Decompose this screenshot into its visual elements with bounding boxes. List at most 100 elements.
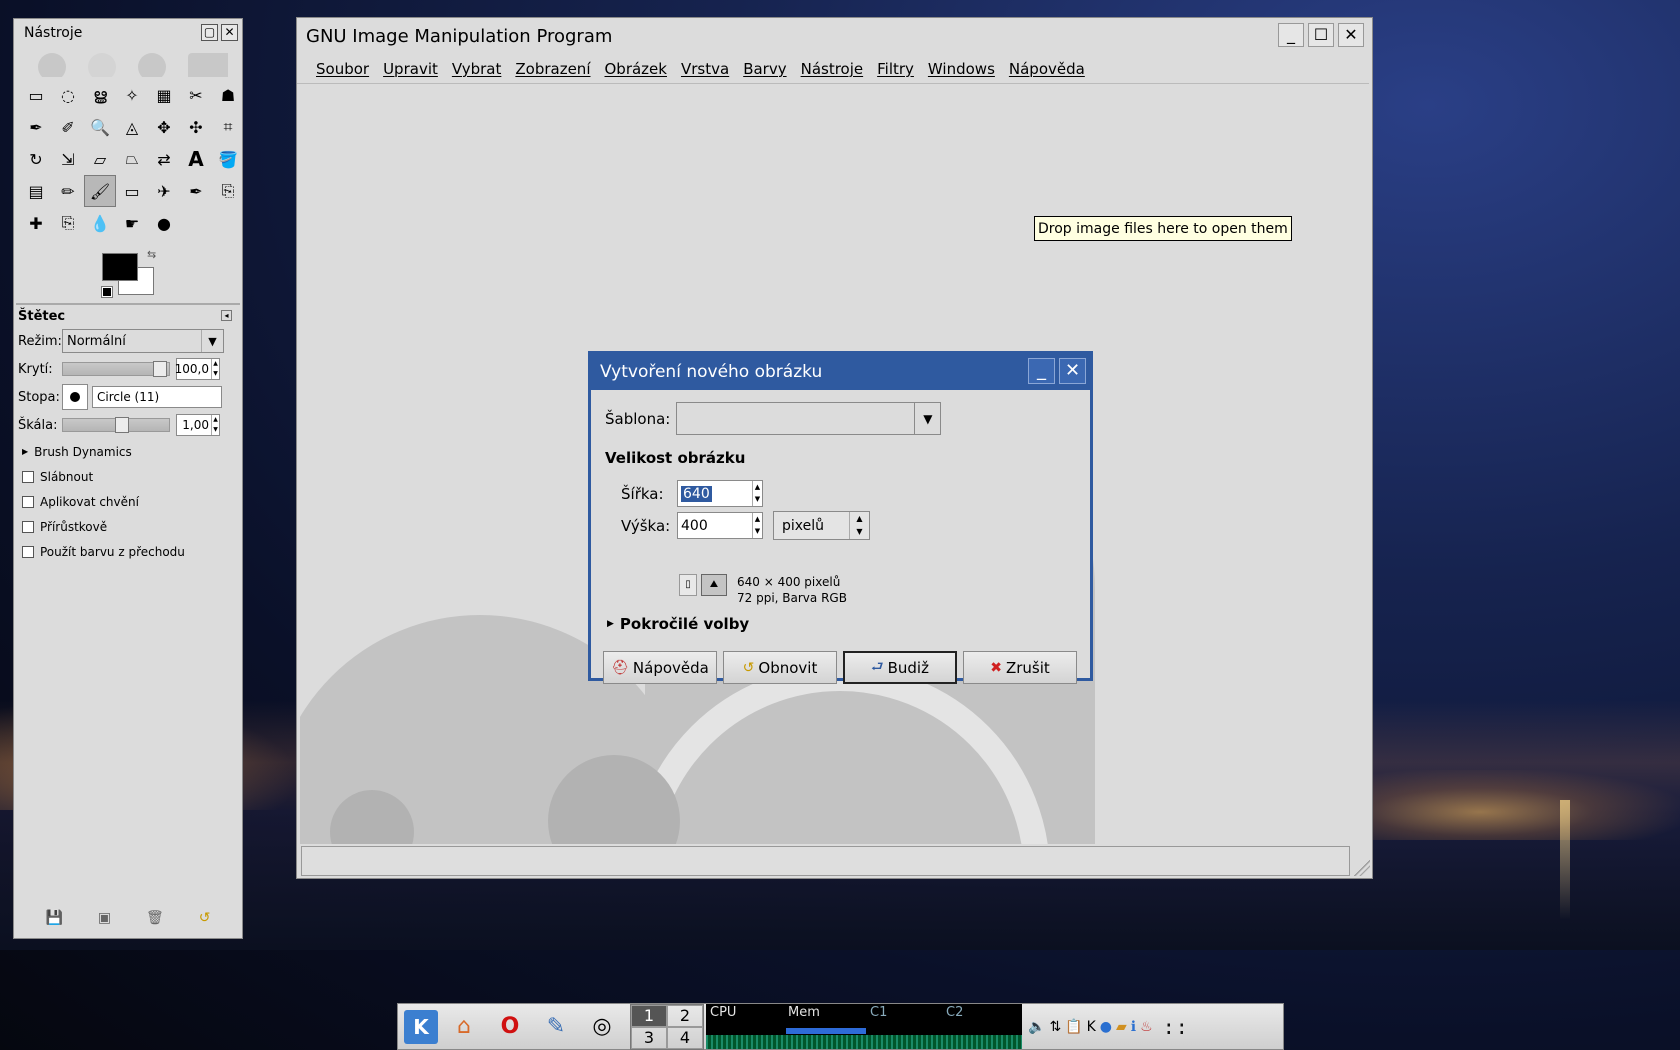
template-combo[interactable]: ▼	[676, 402, 942, 435]
height-input[interactable]: 400 ▲ ▼	[677, 512, 763, 539]
portrait-icon[interactable]: ▯	[679, 574, 697, 596]
menu-filtry[interactable]: Filtry	[870, 60, 921, 78]
clock[interactable]: ::	[1163, 1015, 1189, 1039]
menu-nastroje[interactable]: Nástroje	[794, 60, 871, 78]
menu-windows[interactable]: Windows	[921, 60, 1002, 78]
volume-icon[interactable]: 🔈	[1028, 1019, 1045, 1035]
lasso-icon[interactable]: ൠ	[84, 79, 116, 111]
heal-icon[interactable]: ✚	[20, 207, 52, 239]
scissors-icon[interactable]: ✂	[180, 79, 212, 111]
tools-icon[interactable]: ✎	[536, 1007, 576, 1047]
brush-name-field[interactable]: Circle (11)	[92, 386, 222, 408]
menu-vrstva[interactable]: Vrstva	[674, 60, 736, 78]
spin-arrows-icon[interactable]: ▲ ▼	[211, 415, 219, 435]
menu-obrazek[interactable]: Obrázek	[598, 60, 674, 78]
menu-barvy[interactable]: Barvy	[736, 60, 793, 78]
desktop-3[interactable]: 3	[631, 1026, 667, 1049]
close-icon[interactable]: ✕	[1059, 358, 1086, 384]
brush-preview[interactable]	[62, 384, 88, 410]
dialog-titlebar[interactable]: Vytvoření nového obrázku _ ✕	[591, 354, 1090, 390]
foreground-color[interactable]	[102, 253, 138, 281]
bucket-fill-icon[interactable]: 🪣	[212, 143, 244, 175]
dvd-icon[interactable]: ◎	[582, 1007, 622, 1047]
menu-zobrazeni[interactable]: Zobrazení	[508, 60, 597, 78]
help-button[interactable]: ⛑ Nápověda	[603, 651, 717, 684]
advanced-options-expander[interactable]: ▶ Pokročilé volby	[607, 615, 749, 633]
save-options-icon[interactable]: 💾	[45, 910, 62, 926]
resize-grip-icon[interactable]	[1354, 860, 1370, 876]
smudge-icon[interactable]: ☛	[116, 207, 148, 239]
opacity-slider[interactable]	[62, 361, 170, 377]
color-picker-icon[interactable]: ✐	[52, 111, 84, 143]
spin-arrows-icon[interactable]: ▲ ▼	[211, 359, 219, 379]
perspective-clone-icon[interactable]: ⎘	[52, 207, 84, 239]
opera-icon[interactable]: O	[490, 1007, 530, 1047]
color-select-icon[interactable]: ▦	[148, 79, 180, 111]
maximize-icon[interactable]: ☐	[1308, 23, 1334, 47]
clone-icon[interactable]: ⎘	[212, 175, 244, 207]
wilber-drop-area[interactable]	[28, 47, 228, 77]
measure-icon[interactable]: ◬	[116, 111, 148, 143]
zoom-icon[interactable]: 🔍	[84, 111, 116, 143]
close-icon[interactable]: ✕	[1338, 23, 1364, 47]
minimize-icon[interactable]: _	[1028, 358, 1055, 384]
ellipse-select-icon[interactable]: ◌	[52, 79, 84, 111]
menu-soubor[interactable]: Soubor	[309, 60, 376, 78]
move-icon[interactable]: ✥	[148, 111, 180, 143]
perspective-icon[interactable]: ⏢	[116, 143, 148, 175]
rotate-icon[interactable]: ↻	[20, 143, 52, 175]
fade-checkbox[interactable]: Slábnout	[14, 464, 242, 489]
network-icon[interactable]: ⇅	[1049, 1019, 1061, 1035]
fuzzy-select-icon[interactable]: ✧	[116, 79, 148, 111]
delete-options-icon[interactable]: 🗑	[146, 910, 164, 926]
blend-icon[interactable]: ▤	[20, 175, 52, 207]
folder-icon[interactable]: ▰	[1116, 1019, 1127, 1035]
system-monitor[interactable]: CPU Mem C1 C2	[706, 1004, 1022, 1049]
menu-napoveda[interactable]: Nápověda	[1002, 60, 1092, 78]
landscape-icon[interactable]: ⛰	[701, 574, 727, 596]
opacity-slider-handle[interactable]	[153, 361, 167, 377]
close-icon[interactable]: ✕	[221, 24, 238, 41]
default-colors-icon[interactable]	[101, 286, 113, 298]
info-icon[interactable]: ℹ	[1131, 1019, 1136, 1035]
kwallet-icon[interactable]: K	[1087, 1019, 1096, 1035]
airbrush-icon[interactable]: ✈	[148, 175, 180, 207]
minimize-icon[interactable]: _	[1278, 23, 1304, 47]
checkbox-box[interactable]	[22, 470, 34, 483]
clipboard-icon[interactable]: 📋	[1065, 1019, 1082, 1035]
spin-arrows-icon[interactable]: ▲ ▼	[752, 481, 762, 506]
text-icon[interactable]: A	[180, 143, 212, 175]
checkbox-box[interactable]	[22, 495, 34, 508]
reset-button[interactable]: ↺ Obnovit	[723, 651, 837, 684]
desktop-1[interactable]: 1	[631, 1004, 667, 1027]
update-icon[interactable]: ●	[1100, 1019, 1112, 1035]
maximize-icon[interactable]: ▢	[201, 24, 218, 41]
incremental-checkbox[interactable]: Přírůstkově	[14, 514, 242, 539]
width-input[interactable]: 640 ▲ ▼	[677, 480, 763, 507]
home-icon[interactable]: ⌂	[444, 1007, 484, 1047]
kde-menu-icon[interactable]: K	[404, 1009, 438, 1044]
brush-dynamics-expander[interactable]: ▶ Brush Dynamics	[14, 439, 242, 464]
scale-slider[interactable]	[62, 417, 170, 433]
foreground-select-icon[interactable]: ☗	[212, 79, 244, 111]
ink-icon[interactable]: ✒	[180, 175, 212, 207]
dodge-icon[interactable]: ●	[148, 207, 180, 239]
eraser-icon[interactable]: ▭	[116, 175, 148, 207]
gradient-color-checkbox[interactable]: Použít barvu z přechodu	[14, 539, 242, 564]
desktop-2[interactable]: 2	[667, 1004, 703, 1027]
checkbox-box[interactable]	[22, 520, 34, 533]
unit-combo[interactable]: pixelů ▲ ▼	[773, 511, 870, 540]
extra-icon[interactable]: ♨	[1140, 1019, 1153, 1035]
checkbox-box[interactable]	[22, 545, 34, 558]
align-icon[interactable]: ✣	[180, 111, 212, 143]
rect-select-icon[interactable]: ▭	[20, 79, 52, 111]
cancel-button[interactable]: ✖ Zrušit	[963, 651, 1077, 684]
flip-icon[interactable]: ⇄	[148, 143, 180, 175]
reset-options-icon[interactable]: ↺	[199, 910, 211, 926]
blur-icon[interactable]: 💧	[84, 207, 116, 239]
crop-icon[interactable]: ⌗	[212, 111, 244, 143]
swap-colors-icon[interactable]: ⇆	[147, 248, 156, 261]
paths-icon[interactable]: ✒	[20, 111, 52, 143]
desktop-4[interactable]: 4	[667, 1026, 703, 1049]
jitter-checkbox[interactable]: Aplikovat chvění	[14, 489, 242, 514]
